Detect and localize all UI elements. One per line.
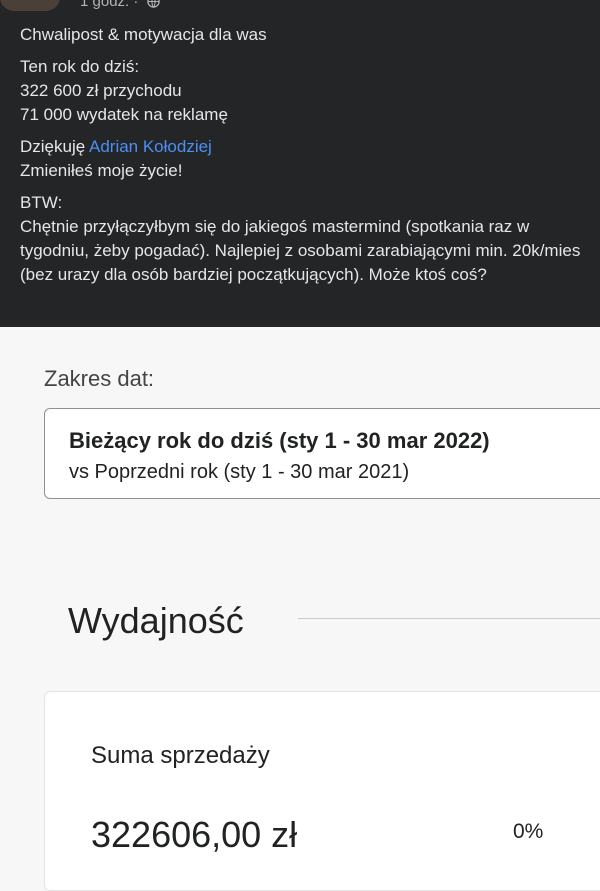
thanks-prefix: Dziękuję bbox=[20, 137, 89, 156]
post-title: Chwalipost & motywacja dla was bbox=[20, 25, 267, 44]
mention-link[interactable]: Adrian Kołodziej bbox=[89, 137, 212, 156]
post-btw: BTW: Chętnie przyłączyłbym się do jakieg… bbox=[20, 191, 590, 287]
post-meta: 1 godz. · bbox=[0, 0, 160, 11]
stats-heading: Ten rok do dziś: bbox=[20, 57, 140, 76]
thanks-line2: Zmieniłeś moje życie! bbox=[20, 161, 183, 180]
globe-icon bbox=[146, 0, 160, 8]
date-range-current: Bieżący rok do dziś (sty 1 - 30 mar 2022… bbox=[69, 428, 490, 453]
stats-ads: 71 000 wydatek na reklamę bbox=[20, 105, 228, 124]
post-timestamp[interactable]: 1 godz. · bbox=[80, 0, 160, 10]
sales-card-value: 322606,00 zł bbox=[91, 814, 298, 855]
avatar[interactable] bbox=[0, 0, 60, 11]
facebook-post: 1 godz. · Chwalipost & motywacja dla was… bbox=[0, 0, 600, 327]
section-title: Wydajność bbox=[68, 600, 244, 641]
date-range-comparison: vs Poprzedni rok (sty 1 - 30 mar 2021) bbox=[69, 461, 410, 483]
btw-heading: BTW: bbox=[20, 193, 63, 212]
analytics-screenshot: Zakres dat: Bieżący rok do dziś (sty 1 -… bbox=[0, 327, 600, 891]
sales-card[interactable]: Suma sprzedaży 322606,00 zł 0% bbox=[44, 691, 600, 891]
post-thanks: Dziękuję Adrian Kołodziej Zmieniłeś moje… bbox=[20, 135, 590, 183]
stats-revenue: 322 600 zł przychodu bbox=[20, 81, 182, 100]
post-body: Chwalipost & motywacja dla was Ten rok d… bbox=[20, 23, 590, 295]
date-range-selector[interactable]: Bieżący rok do dziś (sty 1 - 30 mar 2022… bbox=[44, 408, 600, 499]
sales-card-change: 0% bbox=[513, 820, 544, 843]
date-range-label: Zakres dat: bbox=[44, 366, 155, 391]
post-stats: Ten rok do dziś: 322 600 zł przychodu 71… bbox=[20, 55, 590, 127]
btw-body: Chętnie przyłączyłbym się do jakiegoś ma… bbox=[20, 217, 581, 284]
sales-card-title: Suma sprzedaży bbox=[91, 742, 270, 769]
section-divider bbox=[298, 618, 600, 619]
